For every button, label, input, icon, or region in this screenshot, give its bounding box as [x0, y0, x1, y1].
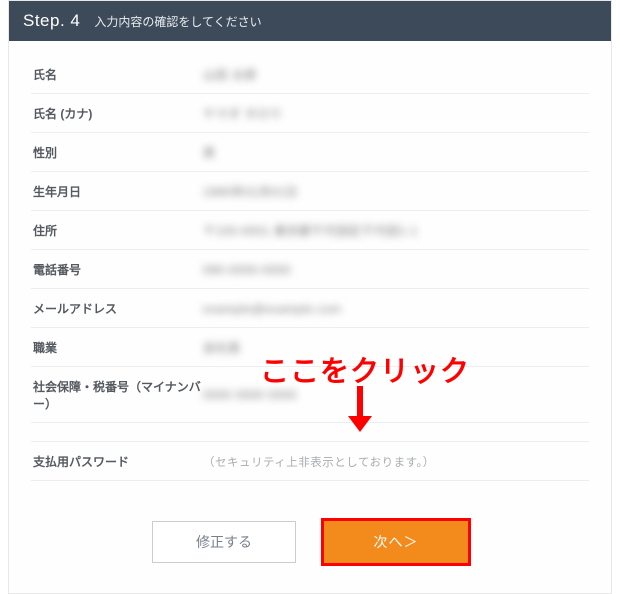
value-address: 〒100-0001 東京都千代田区千代田1-1	[203, 222, 589, 239]
row-gender: 性別 男	[31, 133, 589, 172]
label-email: メールアドレス	[31, 300, 203, 317]
step-description: 入力内容の確認をしてください	[94, 13, 261, 30]
row-password: 支払用パスワード （セキュリティ上非表示としております。）	[31, 441, 589, 481]
label-name-kana: 氏名 (カナ)	[31, 105, 203, 122]
value-mynumber: 0000 0000 0000	[203, 388, 589, 402]
row-birth: 生年月日 1990年01月01日	[31, 172, 589, 211]
step-header: Step. 4 入力内容の確認をしてください	[9, 1, 611, 41]
label-occupation: 職業	[31, 339, 203, 356]
label-gender: 性別	[31, 144, 203, 161]
row-mynumber: 社会保障・税番号（マイナンバー） 0000 0000 0000	[31, 367, 589, 423]
value-occupation: 会社員	[203, 339, 589, 356]
label-address: 住所	[31, 222, 203, 239]
value-password: （セキュリティ上非表示としております。）	[203, 454, 589, 470]
value-name: 山田 太郎	[203, 66, 589, 83]
section-spacer	[31, 423, 589, 441]
value-phone: 090-0000-0000	[203, 263, 589, 277]
confirmation-content: 氏名 山田 太郎 氏名 (カナ) ヤマダ タロウ 性別 男 生年月日 1990年…	[9, 41, 611, 593]
row-name: 氏名 山田 太郎	[31, 55, 589, 94]
label-password: 支払用パスワード	[31, 453, 203, 470]
row-occupation: 職業 会社員	[31, 328, 589, 367]
row-name-kana: 氏名 (カナ) ヤマダ タロウ	[31, 94, 589, 133]
label-phone: 電話番号	[31, 261, 203, 278]
edit-button[interactable]: 修正する	[152, 521, 296, 563]
confirmation-panel: Step. 4 入力内容の確認をしてください 氏名 山田 太郎 氏名 (カナ) …	[8, 0, 612, 594]
row-phone: 電話番号 090-0000-0000	[31, 250, 589, 289]
row-email: メールアドレス example@example.com	[31, 289, 589, 328]
value-name-kana: ヤマダ タロウ	[203, 105, 589, 122]
row-address: 住所 〒100-0001 東京都千代田区千代田1-1	[31, 211, 589, 250]
label-birth: 生年月日	[31, 183, 203, 200]
value-gender: 男	[203, 144, 589, 161]
button-bar: 修正する 次へ＞	[31, 521, 589, 563]
value-birth: 1990年01月01日	[203, 183, 589, 200]
label-mynumber: 社会保障・税番号（マイナンバー）	[31, 378, 203, 412]
next-button[interactable]: 次へ＞	[324, 521, 468, 563]
step-number: Step. 4	[23, 11, 80, 31]
value-email: example@example.com	[203, 302, 589, 316]
label-name: 氏名	[31, 66, 203, 83]
